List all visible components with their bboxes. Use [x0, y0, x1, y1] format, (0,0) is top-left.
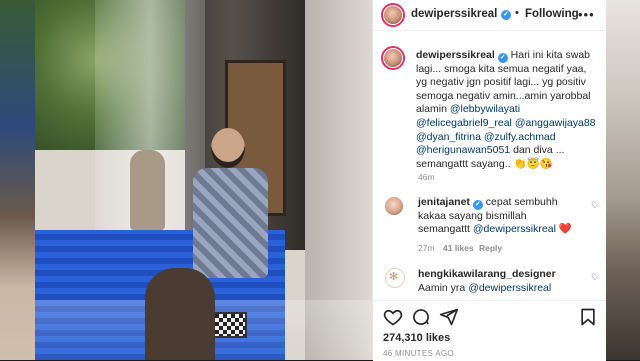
comment-reply[interactable]: Reply	[479, 243, 502, 253]
caption-avatar[interactable]	[384, 49, 402, 67]
caption-line-1: Hari ini kita swab	[510, 49, 591, 61]
caption-time[interactable]: 46m	[418, 172, 435, 182]
verified-icon: ✓	[501, 10, 511, 20]
comment-likes[interactable]: 41 likes	[443, 243, 474, 253]
like-count[interactable]: 274,310 likes	[383, 332, 450, 344]
comment-2-text: hengkikawilarang_designer Aamin yra @dew…	[418, 268, 593, 295]
mention-link[interactable]: @anggawijaya88	[515, 117, 596, 129]
caption-line-9: semangattt sayang..	[416, 157, 511, 170]
more-icon[interactable]: •••	[578, 7, 595, 22]
comment-line: cepat sembuhh	[485, 196, 558, 208]
blurred-backdrop-left	[0, 0, 35, 360]
photo-statue	[130, 150, 165, 230]
comment-icon[interactable]	[411, 307, 431, 327]
separator-dot: •	[515, 7, 519, 19]
caption-username[interactable]: dewiperssikreal	[416, 49, 495, 61]
caption-text: dewiperssikreal ✓ Hari ini kita swab lag…	[416, 49, 596, 171]
commenter-avatar[interactable]	[385, 197, 403, 215]
mention-link[interactable]: @lebbywilayati	[450, 103, 520, 115]
post-photo[interactable]	[35, 0, 372, 360]
mention-link[interactable]: @felicegabriel9_real	[416, 117, 512, 129]
post-time[interactable]: 46 MINUTES AGO	[383, 349, 454, 358]
mention-link[interactable]: @herigunawan5051	[416, 144, 510, 156]
photo-hand	[145, 268, 215, 360]
following-button[interactable]: Following	[525, 8, 579, 20]
header-username[interactable]: dewiperssikreal	[411, 8, 497, 20]
comment-emoji: ❤️	[558, 223, 572, 236]
comment-line: kakaa sayang bismillah	[418, 209, 527, 222]
comment-like-heart-icon[interactable]: ♡	[591, 200, 599, 211]
hk-logo-icon: ✻	[389, 271, 399, 283]
caption-verified-icon: ✓	[497, 53, 508, 63]
caption-emoji: 👏😇😘	[513, 157, 553, 170]
comment-mention[interactable]: @dewiperssikreal	[473, 223, 556, 235]
action-bar: 274,310 likes 46 MINUTES AGO	[373, 300, 606, 361]
comment-username[interactable]: jenitajanet	[418, 196, 470, 208]
comment-line: Aamin yra	[418, 281, 466, 294]
heart-icon[interactable]	[383, 307, 403, 327]
caption-line-2: lagi... smoga kita semua negatif yaa,	[416, 62, 587, 75]
post-panel: dewiperssikreal ✓ • Following ••• dewipe…	[372, 0, 606, 361]
comment-like-heart-icon[interactable]: ♡	[591, 272, 599, 283]
comment-username[interactable]: hengkikawilarang_designer	[418, 268, 556, 280]
comment-line: semangattt	[418, 223, 470, 236]
mention-link[interactable]: @zulfy.achmad	[484, 131, 556, 143]
caption-line-8: dan diva ...	[513, 144, 565, 157]
caption-line-5: alamin	[416, 103, 447, 116]
photo-person-body	[193, 168, 268, 278]
save-icon[interactable]	[578, 307, 598, 327]
avatar[interactable]	[384, 6, 402, 24]
mention-link[interactable]: @dyan_fitrina	[416, 131, 481, 143]
blurred-backdrop-right	[605, 0, 640, 360]
comment-mention[interactable]: @dewiperssikreal	[468, 282, 551, 294]
comment-verified-icon: ✓	[472, 200, 483, 210]
photo-person	[183, 128, 278, 288]
commenter-avatar[interactable]: ✻	[385, 268, 405, 288]
caption-line-4: semoga negativ amin...amin yarobbal	[416, 89, 591, 102]
photo-person-head	[211, 128, 245, 168]
comment-1-text: jenitajanet ✓ cepat sembuhh kakaa sayang…	[418, 196, 593, 237]
comment-time[interactable]: 27m	[418, 243, 435, 253]
share-icon[interactable]	[439, 307, 459, 327]
caption-line-3: yg negativ jgn positif lagi... yg positi…	[416, 76, 586, 89]
post-header: dewiperssikreal ✓ • Following •••	[373, 0, 606, 31]
